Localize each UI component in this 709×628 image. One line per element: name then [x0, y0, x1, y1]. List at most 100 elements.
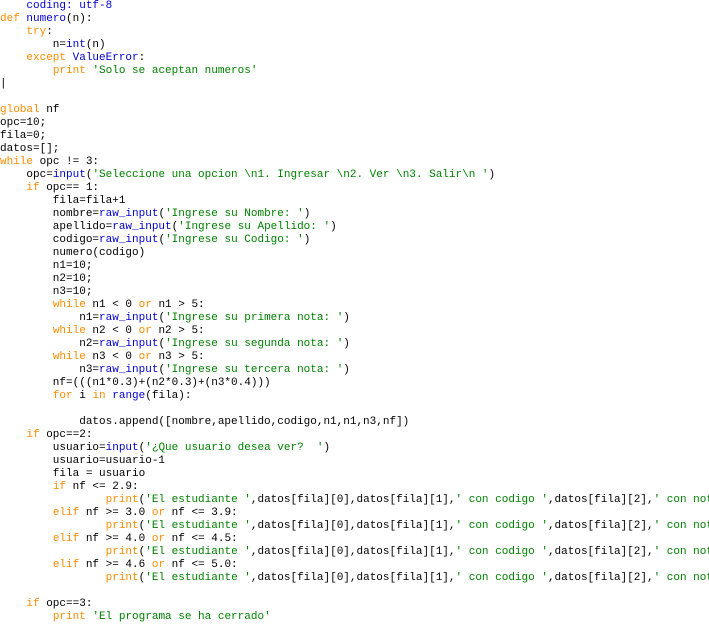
- code-text: nf >= 4.6: [79, 559, 152, 571]
- code-text: codigo=: [0, 234, 99, 246]
- code-text: ,datos[fila][0],datos[fila][1],: [251, 494, 456, 506]
- string-literal: 'Ingrese su Codigo: ': [165, 234, 304, 246]
- identifier: numero: [26, 13, 66, 25]
- code-text: ,datos[fila][0],datos[fila][1],: [251, 520, 456, 532]
- code-text: (n):: [66, 13, 92, 25]
- code-text: opc=: [0, 169, 53, 181]
- identifier: raw_input: [99, 234, 158, 246]
- string-literal: 'Ingrese su Apellido: ': [178, 221, 330, 233]
- code-text: fila = usuario: [0, 468, 145, 480]
- string-literal: 'El estudiante ': [145, 546, 251, 558]
- keyword-while: while: [53, 325, 86, 337]
- keyword-print: print: [53, 611, 86, 623]
- code-text: n3=: [0, 364, 99, 376]
- code-text: usuario=usuario-1: [0, 455, 165, 467]
- keyword-print: print: [106, 494, 139, 506]
- string-literal: '¿Que usuario desea ver? ': [145, 442, 323, 454]
- keyword-or: or: [139, 351, 152, 363]
- string-literal: 'El estudiante ': [145, 494, 251, 506]
- code-text: ,datos[fila][0],datos[fila][1],: [251, 546, 456, 558]
- code-text: opc=10;: [0, 117, 46, 129]
- code-text: ): [330, 221, 337, 233]
- keyword-print: print: [53, 65, 86, 77]
- string-literal: ' con codigo ': [456, 546, 548, 558]
- string-literal: ' con notas': [654, 572, 709, 584]
- code-text: opc==2:: [40, 429, 93, 441]
- keyword-while: while: [0, 156, 33, 168]
- code-text: fila=fila+1: [0, 195, 125, 207]
- code-text: opc==3:: [40, 598, 93, 610]
- string-literal: ' con codigo ': [456, 520, 548, 532]
- identifier: raw_input: [99, 364, 158, 376]
- code-text: ,datos[fila][0],datos[fila][1],: [251, 572, 456, 584]
- string-literal: ' con codigo ': [456, 494, 548, 506]
- keyword-if: if: [53, 481, 66, 493]
- code-line: coding: utf-8: [0, 0, 112, 12]
- code-text: ): [304, 208, 311, 220]
- identifier: input: [106, 442, 139, 454]
- text-cursor-icon: |: [0, 78, 7, 90]
- code-text: nf <= 2.9:: [66, 481, 139, 493]
- code-text: nf <= 5.0:: [165, 559, 238, 571]
- keyword-global: global: [0, 104, 40, 116]
- code-text: n1=: [0, 312, 99, 324]
- keyword-print: print: [106, 546, 139, 558]
- code-text: nf >= 3.0: [79, 507, 152, 519]
- keyword-try: try: [26, 26, 46, 38]
- keyword-except: except: [26, 52, 66, 64]
- code-text: :: [46, 26, 53, 38]
- code-text: ): [304, 234, 311, 246]
- code-text: datos.append([nombre,apellido,codigo,n1,…: [0, 416, 409, 428]
- code-text: n3 > 5:: [152, 351, 205, 363]
- code-text: ,datos[fila][2],: [548, 494, 654, 506]
- code-text: datos=[];: [0, 143, 59, 155]
- identifier: ValueError: [73, 52, 139, 64]
- code-text: nf <= 3.9:: [165, 507, 238, 519]
- code-text: usuario=: [0, 442, 106, 454]
- code-text: ,datos[fila][2],: [548, 520, 654, 532]
- code-text: nombre=: [0, 208, 99, 220]
- code-text: ): [343, 312, 350, 324]
- identifier: raw_input: [99, 208, 158, 220]
- code-text: n1 > 5:: [152, 299, 205, 311]
- code-text: :: [139, 52, 146, 64]
- string-literal: ' con codigo ': [456, 572, 548, 584]
- keyword-def: def: [0, 13, 20, 25]
- string-literal: 'Solo se aceptan numeros': [92, 65, 257, 77]
- code-text: ,datos[fila][2],: [548, 546, 654, 558]
- code-text: n=: [0, 39, 66, 51]
- identifier: raw_input: [99, 338, 158, 350]
- keyword-or: or: [139, 325, 152, 337]
- string-literal: 'Ingrese su primera nota: ': [165, 312, 343, 324]
- identifier: input: [53, 169, 86, 181]
- keyword-if: if: [26, 598, 39, 610]
- string-literal: 'El estudiante ': [145, 572, 251, 584]
- string-literal: 'Ingrese su tercera nota: ': [165, 364, 343, 376]
- keyword-for: for: [53, 390, 73, 402]
- keyword-elif: elif: [53, 507, 79, 519]
- code-text: n3=10;: [0, 286, 92, 298]
- string-literal: 'Ingrese su segunda nota: ': [165, 338, 343, 350]
- string-literal: ' con notas': [654, 520, 709, 532]
- code-text: numero(codigo): [0, 247, 145, 259]
- code-text: nf: [40, 104, 60, 116]
- code-text: n3 < 0: [86, 351, 139, 363]
- code-text: n2=10;: [0, 273, 92, 285]
- code-text: ): [489, 169, 496, 181]
- identifier: raw_input: [99, 312, 158, 324]
- code-text: ,datos[fila][2],: [548, 572, 654, 584]
- code-text: ): [343, 338, 350, 350]
- keyword-or: or: [152, 559, 165, 571]
- keyword-in: in: [92, 390, 105, 402]
- code-editor[interactable]: coding: utf-8 def numero(n): try: n=int(…: [0, 0, 709, 628]
- code-text: nf <= 4.5:: [165, 533, 238, 545]
- code-text: apellido=: [0, 221, 112, 233]
- string-literal: ' con notas': [654, 494, 709, 506]
- code-text: (fila):: [145, 390, 191, 402]
- keyword-elif: elif: [53, 559, 79, 571]
- keyword-print: print: [106, 520, 139, 532]
- code-text: nf >= 4.0: [79, 533, 152, 545]
- keyword-if: if: [26, 182, 39, 194]
- keyword-if: if: [26, 429, 39, 441]
- identifier: range: [112, 390, 145, 402]
